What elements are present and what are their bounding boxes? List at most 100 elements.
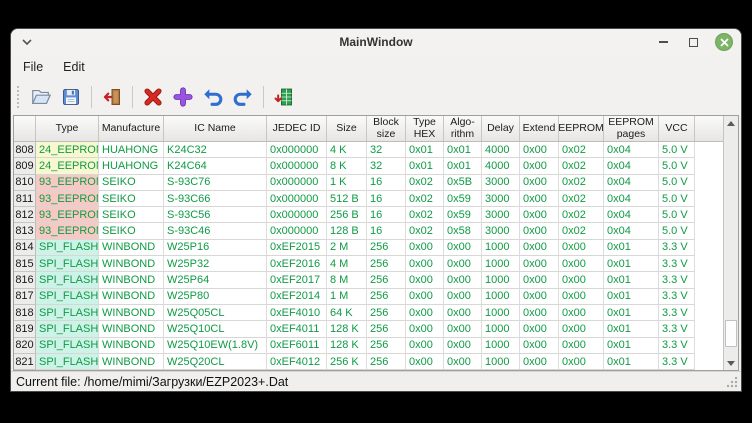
cell-eeprom_pages[interactable]: 0x04 <box>604 207 659 223</box>
row-header-cell[interactable]: 819 <box>14 321 36 337</box>
cell-block_size[interactable]: 16 <box>367 175 406 191</box>
cell-ic_name[interactable]: S-93C46 <box>164 223 267 239</box>
cell-type[interactable]: SPI_FLASH <box>36 272 99 288</box>
toolbar-grip[interactable] <box>17 86 22 108</box>
cell-eeprom_pages[interactable]: 0x04 <box>604 191 659 207</box>
cell-eeprom[interactable]: 0x00 <box>559 354 604 370</box>
cell-manufacture[interactable]: SEIKO <box>99 175 164 191</box>
cell-jedec_id[interactable]: 0xEF2014 <box>267 289 327 305</box>
cell-block_size[interactable]: 16 <box>367 191 406 207</box>
cell-eeprom_pages[interactable]: 0x01 <box>604 321 659 337</box>
cell-extend[interactable]: 0x00 <box>520 256 559 272</box>
save-button[interactable] <box>58 84 84 110</box>
row-header-cell[interactable]: 817 <box>14 289 36 305</box>
cell-manufacture[interactable]: HUAHONG <box>99 158 164 174</box>
cell-size[interactable]: 512 B <box>327 191 367 207</box>
cell-eeprom[interactable]: 0x00 <box>559 289 604 305</box>
cell-eeprom[interactable]: 0x00 <box>559 240 604 256</box>
cell-size[interactable]: 1 K <box>327 175 367 191</box>
cell-type_hex[interactable]: 0x00 <box>406 321 444 337</box>
cell-size[interactable]: 128 K <box>327 338 367 354</box>
cell-algorithm[interactable]: 0x00 <box>444 305 482 321</box>
delete-row-button[interactable] <box>140 84 166 110</box>
cell-delay[interactable]: 1000 <box>482 321 520 337</box>
resize-grip[interactable] <box>727 377 738 388</box>
cell-algorithm[interactable]: 0x00 <box>444 289 482 305</box>
cell-manufacture[interactable]: SEIKO <box>99 223 164 239</box>
menu-file[interactable]: File <box>21 58 45 76</box>
table-row[interactable]: 818SPI_FLASHWINBONDW25Q05CL0xEF401064 K2… <box>14 305 723 321</box>
cell-block_size[interactable]: 16 <box>367 207 406 223</box>
row-header-cell[interactable]: 809 <box>14 158 36 174</box>
cell-type[interactable]: 93_EEPROM <box>36 175 99 191</box>
cell-delay[interactable]: 3000 <box>482 175 520 191</box>
cell-manufacture[interactable]: WINBOND <box>99 272 164 288</box>
cell-block_size[interactable]: 256 <box>367 272 406 288</box>
column-header-eeprom_pages[interactable]: EEPROM pages <box>604 116 659 141</box>
cell-delay[interactable]: 3000 <box>482 207 520 223</box>
cell-delay[interactable]: 1000 <box>482 256 520 272</box>
close-button[interactable] <box>715 33 733 51</box>
cell-eeprom[interactable]: 0x00 <box>559 321 604 337</box>
scrollbar-thumb[interactable] <box>725 320 737 347</box>
cell-vcc[interactable]: 3.3 V <box>659 272 695 288</box>
cell-algorithm[interactable]: 0x00 <box>444 240 482 256</box>
cell-eeprom_pages[interactable]: 0x01 <box>604 289 659 305</box>
cell-type[interactable]: 24_EEPROM <box>36 158 99 174</box>
cell-ic_name[interactable]: S-93C76 <box>164 175 267 191</box>
table-row[interactable]: 81393_EEPROMSEIKOS-93C460x000000128 B160… <box>14 223 723 239</box>
column-header-type_hex[interactable]: Type HEX <box>406 116 444 141</box>
row-header-cell[interactable]: 814 <box>14 240 36 256</box>
cell-algorithm[interactable]: 0x00 <box>444 354 482 370</box>
cell-size[interactable]: 2 M <box>327 240 367 256</box>
cell-eeprom[interactable]: 0x00 <box>559 338 604 354</box>
table-row[interactable]: 816SPI_FLASHWINBONDW25P640xEF20178 M2560… <box>14 272 723 288</box>
cell-extend[interactable]: 0x00 <box>520 321 559 337</box>
export-excel-button[interactable] <box>271 84 297 110</box>
cell-type_hex[interactable]: 0x00 <box>406 272 444 288</box>
cell-type_hex[interactable]: 0x00 <box>406 256 444 272</box>
cell-manufacture[interactable]: SEIKO <box>99 207 164 223</box>
vertical-scrollbar[interactable] <box>723 116 738 370</box>
cell-ic_name[interactable]: W25P32 <box>164 256 267 272</box>
cell-eeprom[interactable]: 0x00 <box>559 256 604 272</box>
cell-manufacture[interactable]: SEIKO <box>99 191 164 207</box>
cell-block_size[interactable]: 16 <box>367 223 406 239</box>
cell-extend[interactable]: 0x00 <box>520 240 559 256</box>
cell-algorithm[interactable]: 0x00 <box>444 256 482 272</box>
cell-extend[interactable]: 0x00 <box>520 272 559 288</box>
cell-eeprom_pages[interactable]: 0x01 <box>604 240 659 256</box>
cell-ic_name[interactable]: W25P64 <box>164 272 267 288</box>
cell-type[interactable]: SPI_FLASH <box>36 289 99 305</box>
cell-size[interactable]: 128 B <box>327 223 367 239</box>
cell-type_hex[interactable]: 0x00 <box>406 305 444 321</box>
cell-eeprom_pages[interactable]: 0x04 <box>604 175 659 191</box>
cell-delay[interactable]: 3000 <box>482 191 520 207</box>
minimize-button[interactable] <box>655 34 671 50</box>
cell-vcc[interactable]: 3.3 V <box>659 338 695 354</box>
cell-type[interactable]: SPI_FLASH <box>36 256 99 272</box>
cell-extend[interactable]: 0x00 <box>520 207 559 223</box>
cell-eeprom[interactable]: 0x00 <box>559 305 604 321</box>
cell-vcc[interactable]: 5.0 V <box>659 223 695 239</box>
cell-eeprom_pages[interactable]: 0x01 <box>604 305 659 321</box>
column-header-extend[interactable]: Extend <box>520 116 559 141</box>
cell-block_size[interactable]: 32 <box>367 142 406 158</box>
cell-vcc[interactable]: 5.0 V <box>659 142 695 158</box>
cell-algorithm[interactable]: 0x00 <box>444 321 482 337</box>
cell-algorithm[interactable]: 0x59 <box>444 207 482 223</box>
cell-type_hex[interactable]: 0x00 <box>406 289 444 305</box>
cell-jedec_id[interactable]: 0x000000 <box>267 223 327 239</box>
cell-manufacture[interactable]: WINBOND <box>99 305 164 321</box>
column-header-eeprom[interactable]: EEPROM <box>559 116 604 141</box>
cell-vcc[interactable]: 5.0 V <box>659 175 695 191</box>
cell-type_hex[interactable]: 0x02 <box>406 223 444 239</box>
cell-eeprom_pages[interactable]: 0x04 <box>604 223 659 239</box>
cell-size[interactable]: 8 K <box>327 158 367 174</box>
row-header-cell[interactable]: 820 <box>14 338 36 354</box>
cell-ic_name[interactable]: W25P80 <box>164 289 267 305</box>
table-row[interactable]: 814SPI_FLASHWINBONDW25P160xEF20152 M2560… <box>14 240 723 256</box>
scroll-down-button[interactable] <box>724 356 738 370</box>
cell-jedec_id[interactable]: 0x000000 <box>267 142 327 158</box>
cell-type[interactable]: SPI_FLASH <box>36 321 99 337</box>
